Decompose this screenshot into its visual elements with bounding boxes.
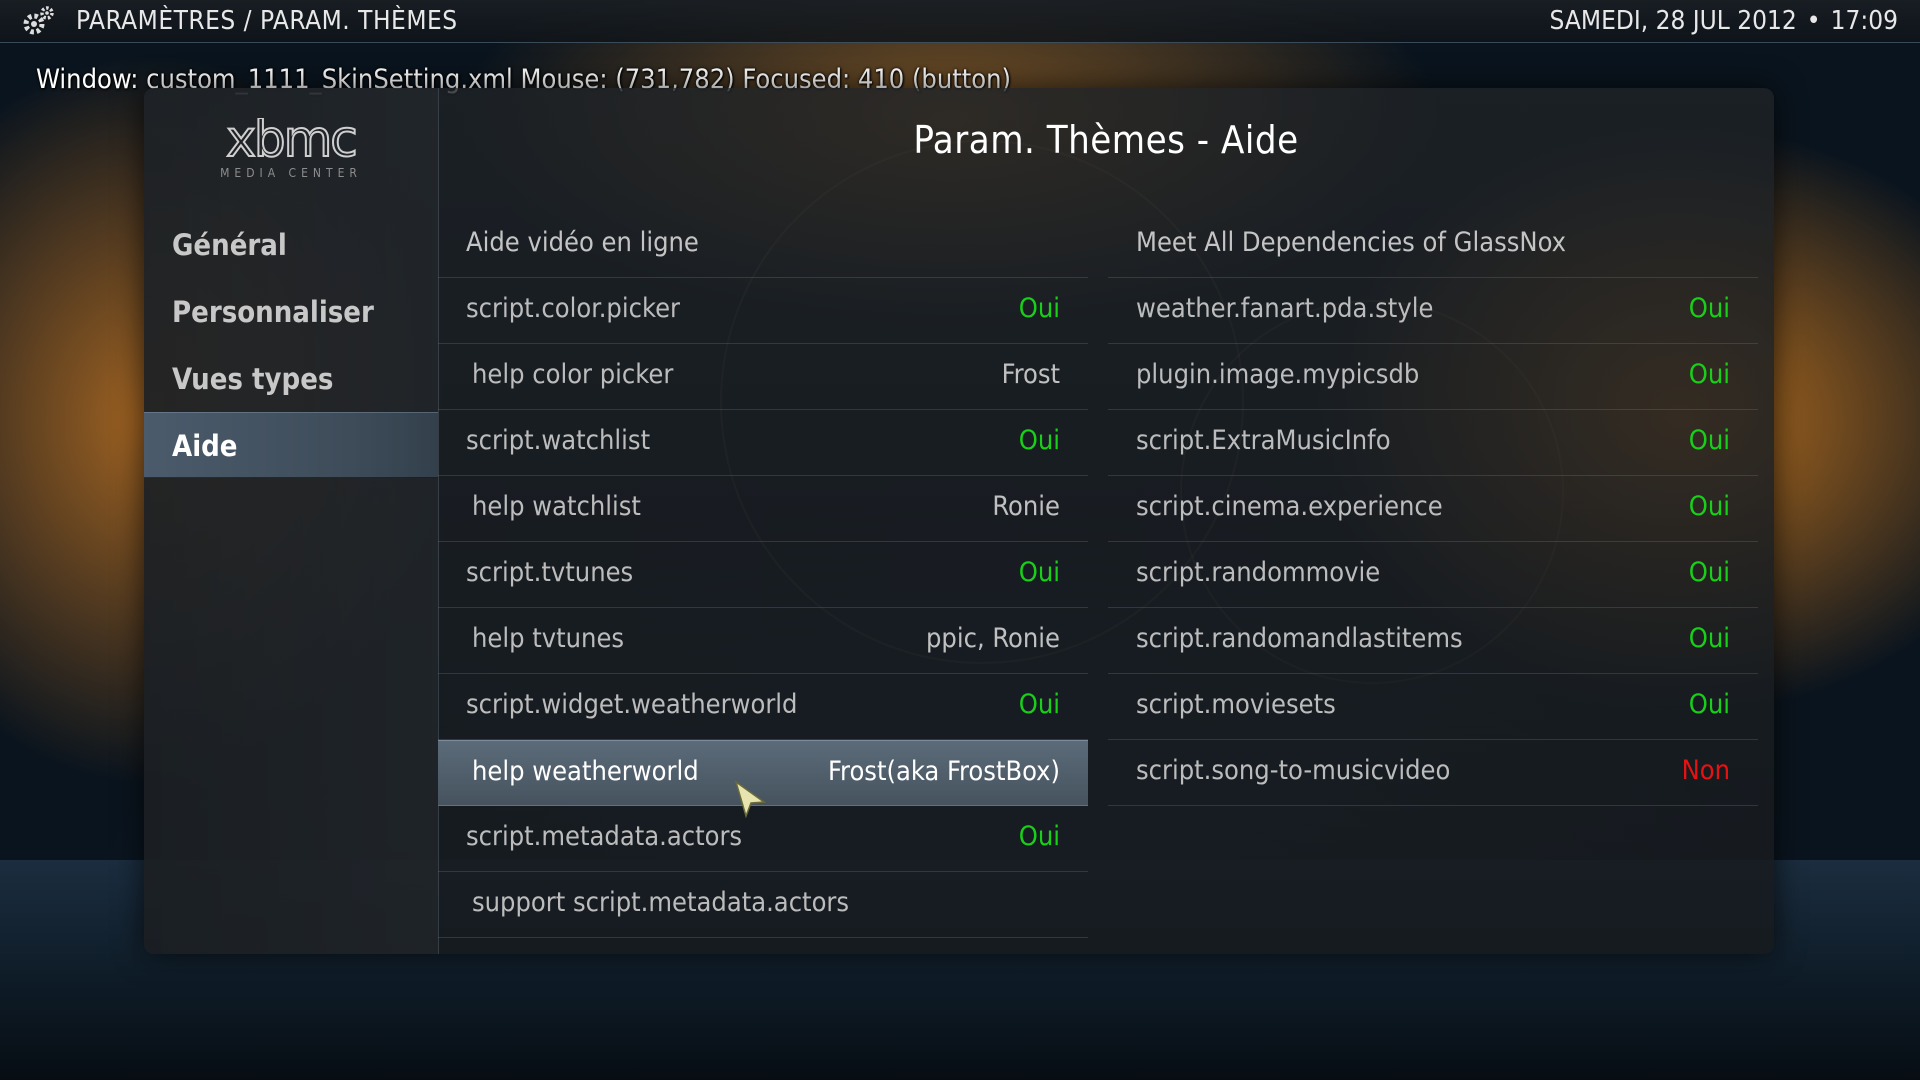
setting-row-support-metadata-actors[interactable]: support script.metadata.actors	[438, 872, 1088, 938]
right-dependency-list: Meet All Dependencies of GlassNox weathe…	[1108, 212, 1758, 806]
online-video-help-button[interactable]: Aide vidéo en ligne	[438, 212, 1088, 278]
row-label: script.tvtunes	[466, 557, 634, 588]
status-value: Oui	[1688, 689, 1730, 720]
status-value: Oui	[1688, 491, 1730, 522]
dependency-row-cinema-experience[interactable]: script.cinema.experience Oui	[1108, 476, 1758, 542]
status-value: Oui	[1688, 623, 1730, 654]
row-label: script.widget.weatherworld	[466, 689, 798, 720]
row-label: script.watchlist	[466, 425, 651, 456]
xbmc-logo: xbmc MEDIA CENTER	[196, 109, 386, 180]
status-value: Oui	[1688, 359, 1730, 390]
row-label: help weatherworld	[472, 756, 699, 787]
time-label: 17:09	[1830, 6, 1898, 36]
date-time-separator: •	[1806, 6, 1821, 36]
setting-row-help-color-picker[interactable]: help color picker Frost	[438, 344, 1088, 410]
row-label: support script.metadata.actors	[472, 887, 850, 918]
status-value: Oui	[1018, 557, 1060, 588]
setting-row-script-watchlist[interactable]: script.watchlist Oui	[438, 410, 1088, 476]
sidebar-item-help[interactable]: Aide	[144, 412, 438, 478]
author-value: Ronie	[992, 491, 1060, 522]
sidebar-item-view-types[interactable]: Vues types	[144, 346, 438, 412]
dependency-row-moviesets[interactable]: script.moviesets Oui	[1108, 674, 1758, 740]
setting-row-script-tvtunes[interactable]: script.tvtunes Oui	[438, 542, 1088, 608]
page-title: Param. Thèmes - Aide	[913, 118, 1299, 162]
settings-gear-icon	[23, 6, 54, 35]
row-label: help tvtunes	[472, 623, 625, 654]
row-label: script.color.picker	[466, 293, 680, 324]
row-label: script.metadata.actors	[466, 821, 743, 852]
logo-subtitle: MEDIA CENTER	[220, 166, 362, 180]
dependency-row-randomandlastitems[interactable]: script.randomandlastitems Oui	[1108, 608, 1758, 674]
row-label: help watchlist	[472, 491, 641, 522]
status-value: Oui	[1018, 293, 1060, 324]
meet-dependencies-button[interactable]: Meet All Dependencies of GlassNox	[1108, 212, 1758, 278]
status-value: Oui	[1688, 293, 1730, 324]
left-settings-list: Aide vidéo en ligne script.color.picker …	[438, 212, 1088, 938]
row-label: Meet All Dependencies of GlassNox	[1136, 227, 1566, 258]
dependency-row-weather-fanart[interactable]: weather.fanart.pda.style Oui	[1108, 278, 1758, 344]
dependency-row-mypicsdb[interactable]: plugin.image.mypicsdb Oui	[1108, 344, 1758, 410]
row-label: script.moviesets	[1136, 689, 1336, 720]
top-bar: PARAMÈTRES / PARAM. THÈMES SAMEDI, 28 JU…	[0, 0, 1920, 43]
author-value: Frost	[1001, 359, 1060, 390]
author-value: Frost(aka FrostBox)	[828, 756, 1060, 787]
row-label: script.randommovie	[1136, 557, 1381, 588]
setting-row-help-watchlist[interactable]: help watchlist Ronie	[438, 476, 1088, 542]
status-value: Oui	[1018, 821, 1060, 852]
breadcrumb: PARAMÈTRES / PARAM. THÈMES	[76, 6, 458, 36]
row-label: help color picker	[472, 359, 674, 390]
row-label: weather.fanart.pda.style	[1136, 293, 1434, 324]
row-label: plugin.image.mypicsdb	[1136, 359, 1420, 390]
status-value: Oui	[1688, 425, 1730, 456]
date-time: SAMEDI, 28 JUL 2012 • 17:09	[1550, 6, 1898, 36]
xbmc-logo-mark: xbmc	[225, 109, 359, 169]
date-label: SAMEDI, 28 JUL 2012	[1549, 6, 1797, 36]
xbmc-logo-text: xbmc	[226, 118, 356, 164]
row-label: Aide vidéo en ligne	[466, 227, 699, 258]
dependency-row-extramusicinfo[interactable]: script.ExtraMusicInfo Oui	[1108, 410, 1758, 476]
setting-row-script-widget-weatherworld[interactable]: script.widget.weatherworld Oui	[438, 674, 1088, 740]
settings-panel: xbmc MEDIA CENTER Général Personnaliser …	[144, 88, 1774, 954]
status-value: Oui	[1018, 425, 1060, 456]
status-value: Oui	[1018, 689, 1060, 720]
sidebar-item-customize[interactable]: Personnaliser	[144, 279, 438, 345]
mouse-pointer-icon	[734, 780, 767, 819]
settings-sidebar: xbmc MEDIA CENTER Général Personnaliser …	[144, 88, 439, 954]
row-label: script.song-to-musicvideo	[1136, 755, 1451, 786]
row-label: script.cinema.experience	[1136, 491, 1443, 522]
sidebar-item-general[interactable]: Général	[144, 212, 438, 278]
status-value: Oui	[1688, 557, 1730, 588]
status-value: Non	[1681, 755, 1730, 786]
setting-row-help-tvtunes[interactable]: help tvtunes ppic, Ronie	[438, 608, 1088, 674]
dependency-row-randommovie[interactable]: script.randommovie Oui	[1108, 542, 1758, 608]
setting-row-script-color-picker[interactable]: script.color.picker Oui	[438, 278, 1088, 344]
row-label: script.ExtraMusicInfo	[1136, 425, 1391, 456]
row-label: script.randomandlastitems	[1136, 623, 1463, 654]
author-value: ppic, Ronie	[926, 623, 1060, 654]
dependency-row-song-to-musicvideo[interactable]: script.song-to-musicvideo Non	[1108, 740, 1758, 806]
